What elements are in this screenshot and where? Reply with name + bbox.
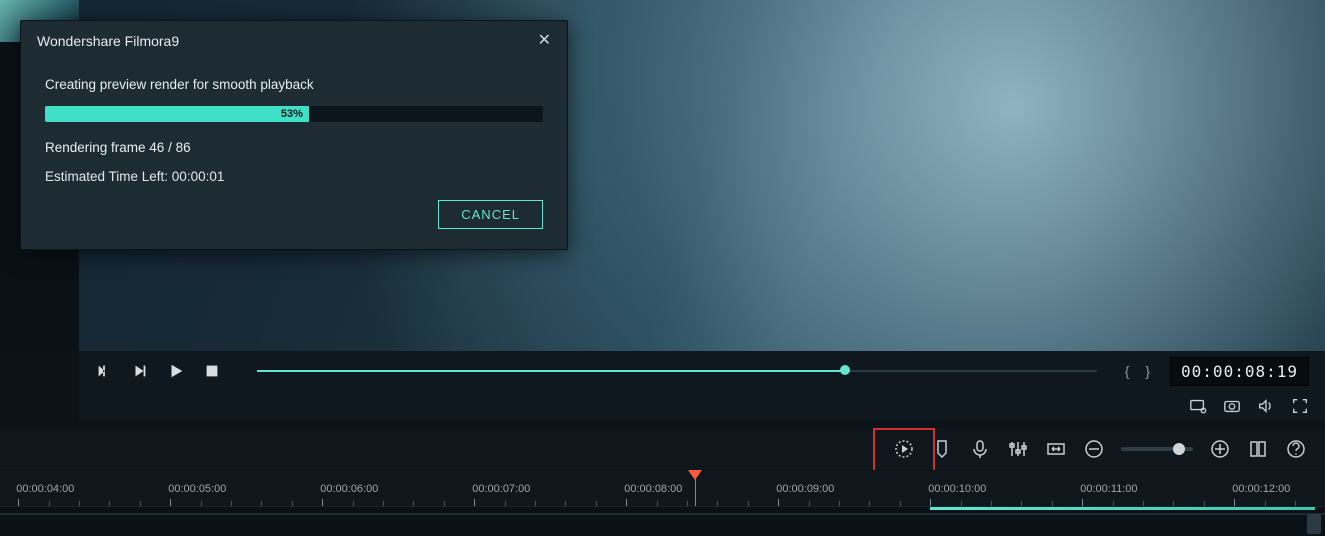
vertical-scrollbar[interactable] (1307, 514, 1321, 534)
play-button[interactable] (167, 362, 185, 380)
playhead-handle[interactable] (688, 470, 702, 480)
fit-timeline-button[interactable] (1045, 438, 1067, 460)
zoom-out-button[interactable] (1083, 438, 1105, 460)
preview-tools (79, 391, 1325, 421)
timeline-toolbar (0, 428, 1325, 470)
step-play-button[interactable] (131, 362, 149, 380)
fullscreen-button[interactable] (1291, 397, 1309, 415)
marker-button[interactable] (931, 438, 953, 460)
audio-mixer-button[interactable] (1007, 438, 1029, 460)
volume-button[interactable] (1257, 397, 1275, 415)
ruler-label: 00:00:08:00 (624, 483, 682, 495)
ruler-label: 00:00:07:00 (472, 483, 530, 495)
ruler-label: 00:00:12:00 (1232, 483, 1290, 495)
manage-tracks-button[interactable] (1247, 438, 1269, 460)
eta-label: Estimated Time Left: 00:00:01 (45, 169, 543, 184)
close-icon[interactable]: ✕ (538, 33, 551, 49)
player-timecode[interactable]: 00:00:08:19 (1170, 357, 1309, 386)
help-button[interactable] (1285, 438, 1307, 460)
mark-in-out-label[interactable]: { } (1125, 363, 1156, 379)
snapshot-button[interactable] (1223, 397, 1241, 415)
stop-button[interactable] (203, 362, 221, 380)
player-controls: { } 00:00:08:19 (79, 351, 1325, 391)
ruler-label: 00:00:11:00 (1080, 483, 1137, 495)
progress-percent-label: 53% (281, 108, 303, 120)
ruler-label: 00:00:05:00 (168, 483, 226, 495)
ruler-label: 00:00:04:00 (16, 483, 74, 495)
render-preview-button[interactable] (893, 438, 915, 460)
ruler-label: 00:00:10:00 (928, 483, 986, 495)
timeline-ruler[interactable]: 00:00:04:00 00:00:05:00 00:00:06:00 00:00:0… (0, 470, 1325, 506)
voiceover-button[interactable] (969, 438, 991, 460)
zoom-in-button[interactable] (1209, 438, 1231, 460)
render-progress-dialog: Wondershare Filmora9 ✕ Creating preview … (20, 20, 568, 250)
playback-progress[interactable] (257, 369, 1097, 373)
progress-bar: 53% (45, 106, 543, 122)
frame-status: Rendering frame 46 / 86 (45, 140, 543, 155)
track-divider (0, 513, 1325, 515)
prev-frame-button[interactable] (95, 362, 113, 380)
zoom-slider[interactable] (1121, 447, 1193, 451)
ruler-label: 00:00:09:00 (776, 483, 834, 495)
dialog-message: Creating preview render for smooth playb… (45, 77, 543, 92)
timeline-tracks[interactable] (0, 506, 1325, 536)
ruler-label: 00:00:06:00 (320, 483, 378, 495)
dialog-title: Wondershare Filmora9 (37, 33, 179, 49)
display-settings-button[interactable] (1189, 397, 1207, 415)
clip-segment[interactable] (930, 507, 1315, 510)
cancel-button[interactable]: CANCEL (438, 200, 543, 229)
